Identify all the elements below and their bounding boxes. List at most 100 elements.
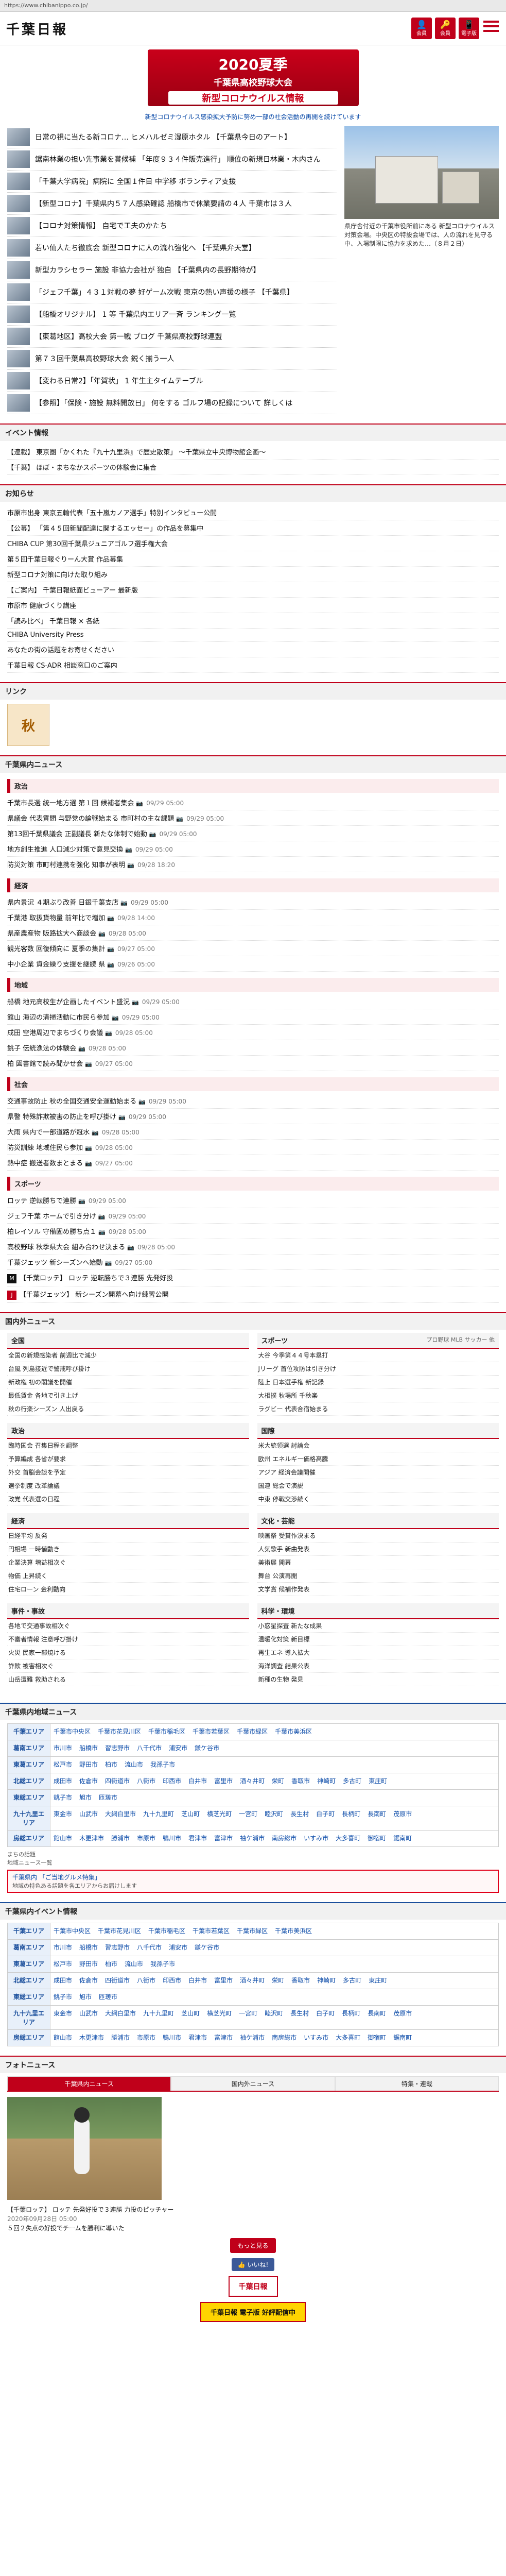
column-item[interactable]: 物価 上昇続く xyxy=(7,1569,249,1583)
category-item[interactable]: 高校野球 秋季県大会 組み合わせ決まる 📷 09/28 05:00 xyxy=(7,1239,499,1255)
category-item[interactable]: ロッテ 逆転勝ちで連勝 📷 09/29 05:00 xyxy=(7,1193,499,1208)
city-link[interactable]: 旭市 xyxy=(79,1793,92,1802)
city-link[interactable]: 袖ケ浦市 xyxy=(240,2033,265,2042)
top-news-item[interactable]: 新型カラシセラー 施設 非協力会社が 独自 【千葉県内の長野期待が】 xyxy=(7,259,337,281)
category-item[interactable]: 交通事故防止 秋の全国交通安全運動始まる 📷 09/29 05:00 xyxy=(7,1093,499,1109)
city-link[interactable]: 御宿町 xyxy=(368,1834,386,1842)
top-news-item[interactable]: 【新型コロナ】千葉県内５７人感染確認 船橋市で休業要請の４人 千葉市は３人 xyxy=(7,193,337,215)
city-link[interactable]: 成田市 xyxy=(54,1776,72,1785)
city-link[interactable]: 習志野市 xyxy=(105,1943,130,1952)
top-news-item[interactable]: 【参照】「保険・施設 無料開放日」 何をする ゴルフ場の記録について 詳しくは xyxy=(7,392,337,414)
city-link[interactable]: 神崎町 xyxy=(317,1976,336,1985)
area-name[interactable]: 千葉エリア xyxy=(7,1923,50,1940)
covid-notice[interactable]: 新型コロナウイルス感染拡大予防に努め一部の社会活動の再開を続けています xyxy=(0,112,506,121)
column-item[interactable]: ラグビー 代表合宿始まる xyxy=(257,1402,499,1416)
category-item[interactable]: 千葉ジェッツ 新シーズンへ始動 📷 09/27 05:00 xyxy=(7,1255,499,1270)
links-ad[interactable]: 秋 xyxy=(7,704,49,746)
city-link[interactable]: 銚子市 xyxy=(54,1793,72,1802)
city-link[interactable]: 白子町 xyxy=(316,2009,335,2018)
city-link[interactable]: 柏市 xyxy=(105,1760,117,1769)
column-item[interactable]: 円相場 一時値動き xyxy=(7,1543,249,1556)
city-link[interactable]: 東金市 xyxy=(54,2009,72,2018)
top-news-item[interactable]: 【船橋オリジナル】 1 等 千葉県内エリア一斉 ランキング一覧 xyxy=(7,303,337,326)
area-name[interactable]: 葛南エリア xyxy=(7,1740,50,1757)
e-edition-icon[interactable]: 📱 電子版 xyxy=(459,18,479,39)
oshirase-item[interactable]: 第５回千葉日報ぐりーん大賞 作品募集 xyxy=(7,551,499,567)
photo-news-caption[interactable]: 【千葉ロッテ】 ロッテ 先発好投で３連勝 力投のピッチャー xyxy=(0,2205,506,2214)
category-item[interactable]: 県産農産物 販路拡大へ商談会 📷 09/28 05:00 xyxy=(7,925,499,941)
column-item[interactable]: 大谷 今季第４４号本塁打 xyxy=(257,1349,499,1362)
city-link[interactable]: 横芝光町 xyxy=(207,2009,232,2018)
column-item[interactable]: 温暖化対策 新目標 xyxy=(257,1633,499,1646)
column-item[interactable]: 企業決算 増益相次ぐ xyxy=(7,1556,249,1569)
column-item[interactable]: 台風 列島接近で警戒呼び掛け xyxy=(7,1362,249,1376)
column-item[interactable]: 文学賞 候補作発表 xyxy=(257,1583,499,1596)
area-note-1[interactable]: 地域ニュース一覧 xyxy=(0,1858,506,1867)
city-link[interactable]: 九十九里町 xyxy=(143,1809,174,1818)
city-link[interactable]: 八街市 xyxy=(137,1776,155,1785)
area-name[interactable]: 葛南エリア xyxy=(7,1939,50,1956)
city-link[interactable]: 八千代市 xyxy=(137,1743,162,1752)
city-link[interactable]: 千葉市緑区 xyxy=(237,1727,268,1736)
city-link[interactable]: 我孫子市 xyxy=(150,1959,175,1968)
category-item[interactable]: 県議会 代表質問 与野党の論戦始まる 市町村の主な課題 📷 09/29 05:00 xyxy=(7,810,499,826)
category-item[interactable]: 銚子 伝統漁法の体験会 📷 09/28 05:00 xyxy=(7,1040,499,1056)
city-link[interactable]: 匝瑳市 xyxy=(99,1992,117,2001)
login-icon[interactable]: 🔑 会員 xyxy=(435,18,456,39)
category-item[interactable]: 県警 特殊詐欺被害の防止を呼び掛け 📷 09/29 05:00 xyxy=(7,1109,499,1124)
city-link[interactable]: 館山市 xyxy=(54,2033,72,2042)
area-name[interactable]: 北総エリア xyxy=(7,1773,50,1790)
url-bar[interactable]: https://www.chibanippo.co.jp/ xyxy=(0,0,506,12)
column-item[interactable]: アジア 経済会議開催 xyxy=(257,1466,499,1479)
column-item[interactable]: 映画祭 受賞作決まる xyxy=(257,1529,499,1543)
top-news-item[interactable]: 若い仙人たち徹底会 新型コロナに人の流れ強化へ 【千葉県弁天堂】 xyxy=(7,237,337,259)
city-link[interactable]: 九十九里町 xyxy=(143,2009,174,2018)
column-item[interactable]: 住宅ローン 金利動向 xyxy=(7,1583,249,1596)
city-link[interactable]: 千葉市若葉区 xyxy=(193,1727,230,1736)
area-name[interactable]: 東総エリア xyxy=(7,1989,50,2006)
top-news-item[interactable]: 【東葛地区】高校大会 第一戦 ブログ 千葉県高校野球連盟 xyxy=(7,326,337,348)
city-link[interactable]: 浦安市 xyxy=(169,1943,187,1952)
city-link[interactable]: 富津市 xyxy=(214,2033,233,2042)
category-item[interactable]: 中小企業 資金繰り支援を継続 県 📷 09/26 05:00 xyxy=(7,956,499,972)
category-item[interactable]: 熱中症 搬送者数まとまる 📷 09/27 05:00 xyxy=(7,1155,499,1171)
category-item[interactable]: 柏レイソル 守備固め勝ち点１ 📷 09/28 05:00 xyxy=(7,1224,499,1239)
city-link[interactable]: 大多喜町 xyxy=(336,1834,360,1842)
city-link[interactable]: 千葉市花見川区 xyxy=(98,1727,141,1736)
city-link[interactable]: 我孫子市 xyxy=(150,1760,175,1769)
area-name[interactable]: 房総エリア xyxy=(7,1830,50,1847)
category-item[interactable]: 千葉市長選 統一地方選 第１回 候補者集会 📷 09/29 05:00 xyxy=(7,795,499,810)
city-link[interactable]: 鋸南町 xyxy=(393,1834,412,1842)
category-item[interactable]: 地方創生推進 人口減少対策で意見交換 📷 09/29 05:00 xyxy=(7,841,499,857)
city-link[interactable]: 白井市 xyxy=(188,1976,207,1985)
city-link[interactable]: 千葉市美浜区 xyxy=(275,1727,312,1736)
city-link[interactable]: 船橋市 xyxy=(79,1943,98,1952)
city-link[interactable]: 浦安市 xyxy=(169,1743,187,1752)
column-item[interactable]: 政党 代表選の日程 xyxy=(7,1493,249,1506)
top-news-item[interactable]: 鋸南林業の担い先事業を賞候補 「年度９３４件販売進行」 順位の新規日林業・木内さ… xyxy=(7,148,337,171)
oshirase-item[interactable]: CHIBA University Press xyxy=(7,629,499,642)
city-link[interactable]: 市原市 xyxy=(137,2033,155,2042)
city-link[interactable]: 一宮町 xyxy=(239,2009,257,2018)
city-link[interactable]: 南房総市 xyxy=(272,2033,296,2042)
oshirase-item[interactable]: CHIBA CUP 第30回千葉県ジュニアゴルフ選手権大会 xyxy=(7,536,499,551)
city-link[interactable]: 東庄町 xyxy=(369,1976,387,1985)
city-link[interactable]: いすみ市 xyxy=(304,2033,328,2042)
top-news-item[interactable]: 第７３回千葉県高校野球大会 鋭く揃う一人 xyxy=(7,348,337,370)
area-name[interactable]: 九十九里エリア xyxy=(7,1806,50,1831)
area-name[interactable]: 東葛エリア xyxy=(7,1956,50,1973)
city-link[interactable]: 市川市 xyxy=(54,1743,72,1752)
column-item[interactable]: 臨時国会 召集日程を調整 xyxy=(7,1439,249,1452)
city-link[interactable]: 横芝光町 xyxy=(207,1809,232,1818)
city-link[interactable]: 千葉市中央区 xyxy=(54,1926,91,1935)
category-item[interactable]: 柏 図書館で読み聞かせ会 📷 09/27 05:00 xyxy=(7,1056,499,1071)
column-item[interactable]: 欧州 エネルギー価格高騰 xyxy=(257,1452,499,1466)
column-item[interactable]: 再生エネ 導入拡大 xyxy=(257,1646,499,1659)
column-item[interactable]: Jリーグ 首位攻防は引き分け xyxy=(257,1362,499,1376)
city-link[interactable]: 佐倉市 xyxy=(79,1976,98,1985)
area-name[interactable]: 千葉エリア xyxy=(7,1723,50,1740)
city-link[interactable]: 市川市 xyxy=(54,1943,72,1952)
column-item[interactable]: 火災 民家一部焼ける xyxy=(7,1646,249,1659)
top-photo-image[interactable] xyxy=(344,126,499,219)
category-item[interactable]: ジェフ千葉 ホームで引き分け 📷 09/29 05:00 xyxy=(7,1208,499,1224)
